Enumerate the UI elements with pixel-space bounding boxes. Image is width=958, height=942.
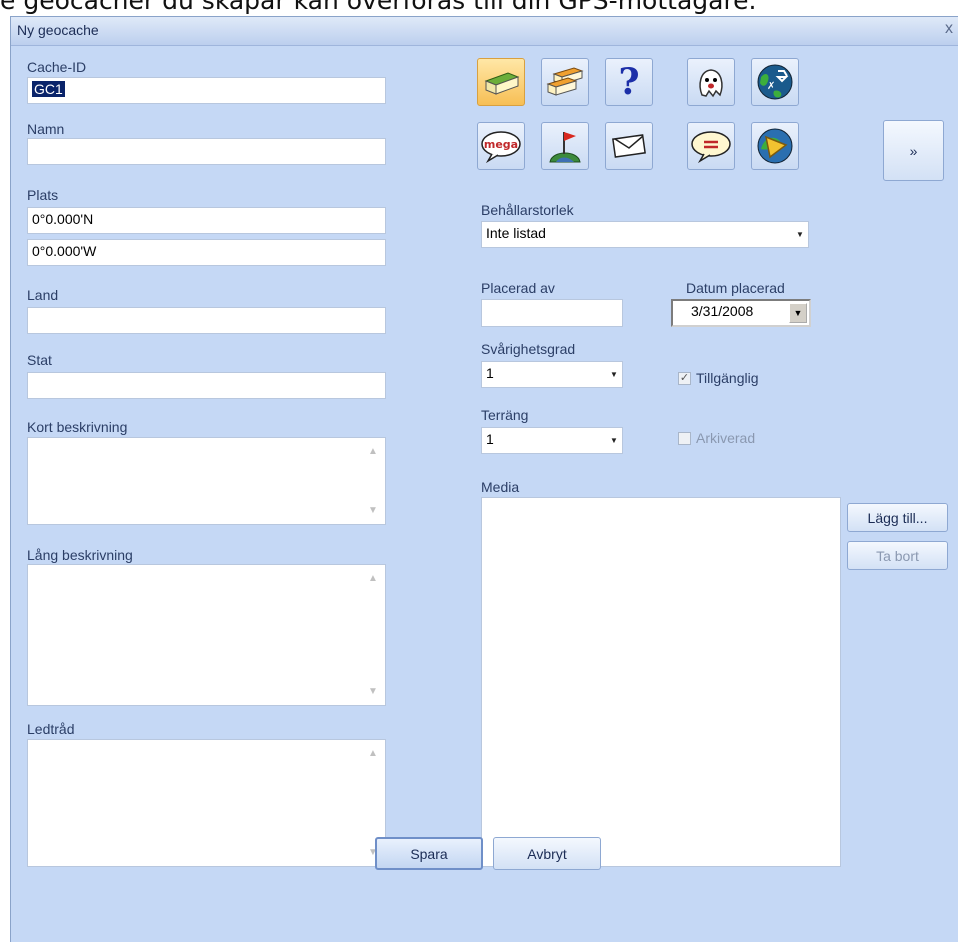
mega-event-icon: mega: [481, 131, 521, 163]
cache-id-input[interactable]: GC1: [27, 77, 386, 104]
close-icon[interactable]: x: [940, 20, 958, 38]
longitude-input[interactable]: 0°0.000'W: [27, 239, 386, 266]
ghost-cache-icon: [699, 69, 723, 98]
short-desc-label: Kort beskrivning: [27, 419, 128, 435]
placed-by-input[interactable]: [481, 299, 623, 327]
wherigo-icon: [757, 128, 793, 164]
dropdown-arrow-icon[interactable]: ▼: [606, 428, 622, 453]
long-desc-scrollbar[interactable]: ▲ ▼: [363, 565, 385, 705]
cache-type-letterbox[interactable]: [605, 122, 653, 170]
cache-id-value: GC1: [32, 81, 65, 97]
difficulty-select[interactable]: 1 ▼: [481, 361, 623, 388]
difficulty-value: 1: [486, 365, 494, 381]
latitude-input[interactable]: 0°0.000'N: [27, 207, 386, 234]
remove-media-button[interactable]: Ta bort: [847, 541, 948, 570]
cancel-button[interactable]: Avbryt: [493, 837, 601, 870]
new-geocache-dialog: Ny geocache x Cache-ID GC1 Namn Plats 0°…: [10, 16, 958, 942]
cache-type-ghost[interactable]: [687, 58, 735, 106]
cache-type-cito[interactable]: ✗: [751, 58, 799, 106]
checkmark-icon[interactable]: ✓: [678, 371, 691, 385]
earthcache-flag-icon: [549, 132, 581, 163]
window-title: Ny geocache: [17, 22, 99, 38]
svg-text:mega: mega: [484, 138, 518, 151]
available-label: Tillgänglig: [696, 370, 759, 386]
calendar-dropdown-icon[interactable]: ▼: [789, 303, 807, 323]
short-desc-scrollbar[interactable]: ▲ ▼: [363, 438, 385, 524]
available-checkbox[interactable]: ✓ Tillgänglig: [678, 370, 759, 386]
dropdown-arrow-icon[interactable]: ▼: [792, 222, 808, 247]
dropdown-arrow-icon[interactable]: ▼: [606, 362, 622, 387]
difficulty-label: Svårighetsgrad: [481, 341, 576, 357]
mystery-cache-icon: ?: [618, 61, 640, 103]
terrain-label: Terräng: [481, 407, 529, 423]
event-speech-icon: [691, 131, 731, 163]
multi-cache-icon: [546, 67, 584, 96]
terrain-select[interactable]: 1 ▼: [481, 427, 623, 454]
date-placed-picker[interactable]: 3/31/2008 ▼: [671, 299, 811, 327]
short-desc-textarea[interactable]: ▲ ▼: [27, 437, 386, 525]
title-bar: Ny geocache x: [11, 17, 958, 46]
cache-type-multi[interactable]: [541, 58, 589, 106]
empty-checkbox-icon[interactable]: [678, 431, 691, 445]
cache-id-label: Cache-ID: [27, 59, 87, 75]
scroll-up-icon[interactable]: ▲: [368, 573, 378, 584]
more-cache-types-button[interactable]: »: [883, 120, 944, 181]
country-input[interactable]: [27, 307, 386, 334]
container-label: Behållarstorlek: [481, 202, 574, 218]
long-desc-label: Lång beskrivning: [27, 547, 133, 563]
hint-label: Ledtråd: [27, 721, 75, 737]
scroll-down-icon[interactable]: ▼: [368, 686, 378, 697]
media-list[interactable]: [481, 497, 841, 867]
date-placed-value: 3/31/2008: [691, 303, 754, 319]
state-label: Stat: [27, 352, 52, 368]
add-media-button[interactable]: Lägg till...: [847, 503, 948, 532]
media-label: Media: [481, 479, 520, 495]
name-input[interactable]: [27, 138, 386, 165]
caption-text: e geocacher du skapar kan överföras till…: [0, 0, 757, 15]
letterbox-icon: [612, 134, 646, 158]
cache-type-mystery[interactable]: ?: [605, 58, 653, 106]
cache-type-wherigo[interactable]: [751, 122, 799, 170]
cito-cache-icon: ✗: [757, 64, 793, 100]
cache-type-traditional[interactable]: [477, 58, 525, 106]
cache-type-mega[interactable]: mega: [477, 122, 525, 170]
save-button[interactable]: Spara: [375, 837, 483, 870]
cache-type-event[interactable]: [687, 122, 735, 170]
container-select[interactable]: Inte listad ▼: [481, 221, 809, 248]
location-label: Plats: [27, 187, 59, 203]
scroll-up-icon[interactable]: ▲: [368, 446, 378, 457]
hint-textarea[interactable]: ▲ ▼: [27, 739, 386, 867]
long-desc-textarea[interactable]: ▲ ▼: [27, 564, 386, 706]
cache-type-earthcache[interactable]: [541, 122, 589, 170]
terrain-value: 1: [486, 431, 494, 447]
scroll-down-icon[interactable]: ▼: [368, 505, 378, 516]
scroll-up-icon[interactable]: ▲: [368, 748, 378, 759]
placed-by-label: Placerad av: [481, 280, 555, 296]
svg-text:✗: ✗: [767, 81, 775, 92]
country-label: Land: [27, 287, 59, 303]
archived-label: Arkiverad: [696, 430, 756, 446]
container-value: Inte listad: [486, 225, 546, 241]
name-label: Namn: [27, 121, 65, 137]
date-placed-label: Datum placerad: [686, 280, 785, 296]
traditional-cache-icon: [484, 72, 520, 95]
archived-checkbox[interactable]: Arkiverad: [678, 430, 755, 446]
state-input[interactable]: [27, 372, 386, 399]
